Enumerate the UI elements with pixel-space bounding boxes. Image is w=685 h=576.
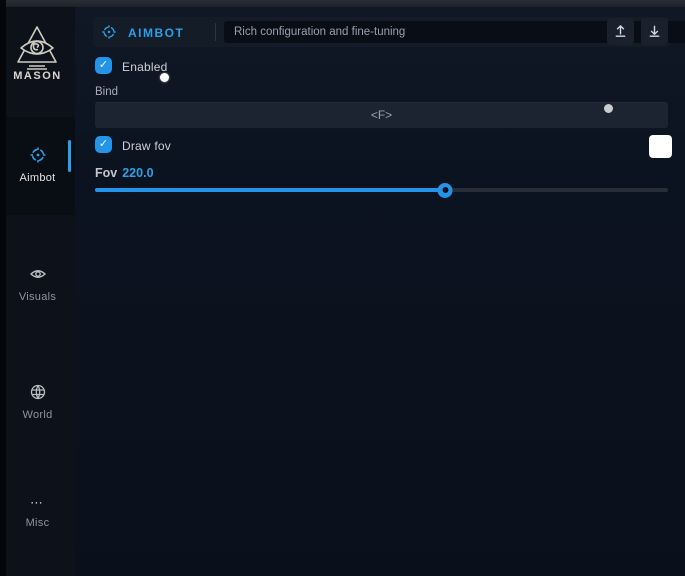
sidebar-item-misc[interactable]: ⋯ Misc (0, 498, 75, 531)
sidebar-item-label: Misc (26, 517, 50, 529)
crosshair-icon (29, 146, 47, 164)
globe-icon (29, 383, 47, 401)
draw-fov-label: Draw fov (122, 139, 171, 153)
sidebar-item-visuals[interactable]: Visuals (0, 265, 75, 305)
mason-logo-icon (13, 24, 61, 70)
sidebar: MASON Aimbot Visuals (0, 7, 75, 576)
download-config-button[interactable] (641, 18, 668, 45)
logo-label: MASON (0, 70, 75, 82)
sidebar-item-label: Visuals (19, 291, 56, 303)
crosshair-icon (101, 24, 117, 40)
eye-icon (29, 265, 47, 283)
fov-color-swatch[interactable] (649, 135, 672, 158)
fov-value: 220.0 (122, 166, 153, 180)
page-title: AIMBOT (128, 26, 184, 40)
fov-slider[interactable] (95, 188, 668, 192)
fov-slider-fill (95, 188, 445, 192)
check-icon: ✓ (99, 59, 108, 71)
window-left-edge (0, 0, 6, 576)
fov-slider-thumb[interactable] (438, 183, 453, 198)
check-icon: ✓ (99, 138, 108, 150)
page-header: AIMBOT Rich configuration and fine-tunin… (93, 17, 670, 47)
upload-config-button[interactable] (607, 18, 634, 45)
sidebar-item-aimbot[interactable]: Aimbot (0, 146, 75, 186)
ellipsis-icon: ⋯ (0, 498, 75, 508)
enabled-label: Enabled (122, 60, 167, 74)
upload-icon (613, 24, 628, 39)
fov-label: Fov (95, 166, 117, 180)
download-icon (647, 24, 662, 39)
fov-label-row: Fov 220.0 (95, 166, 154, 180)
mason-app-window: MASON Aimbot Visuals (0, 0, 685, 576)
sidebar-item-label: World (22, 409, 52, 421)
sidebar-item-world[interactable]: World (0, 383, 75, 423)
bind-key-input[interactable]: <F> (95, 102, 668, 128)
cursor-trail-dot (604, 104, 613, 113)
enabled-checkbox[interactable]: ✓ (95, 57, 112, 74)
sidebar-item-label: Aimbot (19, 172, 55, 184)
cursor-dot (160, 73, 169, 82)
bind-label: Bind (95, 86, 118, 98)
window-top-edge (0, 0, 685, 7)
draw-fov-checkbox[interactable]: ✓ (95, 136, 112, 153)
header-divider (215, 23, 216, 41)
